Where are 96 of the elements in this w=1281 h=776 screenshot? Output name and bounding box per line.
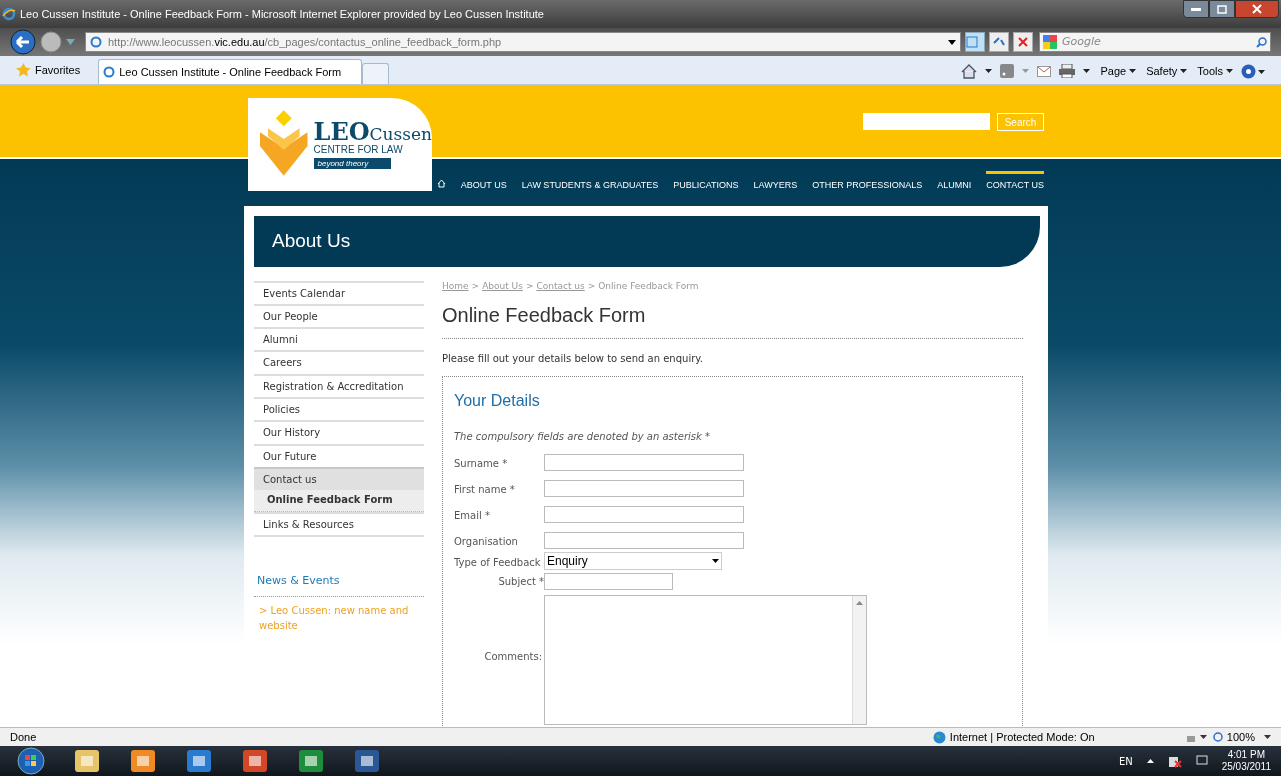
caret-icon [1129, 69, 1137, 73]
zoom-button[interactable]: 100% [1212, 728, 1271, 746]
text-field[interactable] [544, 506, 744, 523]
sidebar-item[interactable]: Links & Resources [254, 512, 424, 536]
minimize-button[interactable] [1183, 0, 1209, 18]
logo-tagline: beyond theory [313, 158, 391, 170]
printer-icon[interactable] [1059, 64, 1076, 78]
browser-tab[interactable]: Leo Cussen Institute - Online Feedback Form [98, 59, 363, 84]
field-label: Comments: [483, 650, 542, 664]
scroll-up-icon [856, 601, 863, 605]
minimize-icon [1191, 7, 1201, 11]
sidebar-item[interactable]: Our History [254, 420, 424, 444]
tray-icon[interactable] [1195, 755, 1208, 767]
intro-text: Please fill out your details below to send an enquiry. [442, 352, 704, 366]
nav-link[interactable]: ALUMNI [937, 171, 972, 196]
text-field[interactable] [544, 454, 744, 471]
comments-field[interactable] [544, 595, 867, 725]
text-field[interactable] [544, 532, 744, 549]
maximize-button[interactable] [1209, 0, 1235, 18]
form-heading: Your Details [454, 391, 541, 411]
close-icon [1252, 4, 1262, 14]
caret-icon[interactable] [1083, 69, 1091, 73]
nav-link[interactable]: OTHER PROFESSIONALS [812, 171, 923, 196]
logo-subtitle: CENTRE FOR LAW [313, 143, 404, 157]
sidebar-item[interactable]: Careers [254, 350, 424, 374]
breadcrumb-separator: > [587, 279, 596, 293]
tray-expand-icon[interactable] [1146, 759, 1154, 763]
section-banner: About Us [254, 215, 1040, 267]
caret-icon [1264, 735, 1271, 739]
home-icon[interactable] [961, 63, 978, 79]
maximize-icon [1217, 4, 1227, 14]
form-note: The compulsory fields are denoted by an asterisk * [454, 430, 711, 444]
site-search-field[interactable] [863, 113, 990, 130]
breadcrumb-current: Online Feedback Form [598, 279, 699, 293]
field-label: Subject * [497, 575, 544, 589]
nav-link[interactable]: ABOUT US [460, 171, 507, 196]
breadcrumb-separator: > [471, 279, 480, 293]
news-heading: News & Events [254, 573, 424, 597]
back-button[interactable] [10, 29, 36, 55]
tab-title: Leo Cussen Institute - Online Feedback Form [119, 64, 342, 80]
field-label: First name * [454, 483, 516, 497]
text-field[interactable] [544, 480, 744, 497]
forward-button[interactable] [40, 31, 62, 53]
status-text: Done [10, 729, 38, 745]
sidebar-item[interactable]: Our People [254, 303, 424, 328]
nav-link[interactable]: CONTACT US [986, 171, 1044, 196]
search-placeholder: Google [1062, 33, 1102, 50]
field-label: Email * [454, 509, 491, 523]
network-status-icon[interactable] [1167, 754, 1182, 768]
search-provider-icon [1043, 35, 1057, 49]
mail-icon[interactable] [1037, 65, 1052, 77]
site-logo[interactable]: LEOCussen CENTRE FOR LAW beyond theory [248, 98, 432, 191]
search-icon[interactable] [1256, 36, 1267, 48]
command-menu-button[interactable]: Safety [1146, 62, 1188, 80]
logo-wordmark: LEOCussen [313, 119, 432, 144]
page-title: Online Feedback Form [442, 300, 1023, 339]
nav-link[interactable]: PUBLICATIONS [673, 171, 739, 196]
caret-icon[interactable] [985, 69, 993, 73]
sidebar-item[interactable]: Registration & Accreditation [254, 373, 424, 397]
stop-button[interactable] [1013, 32, 1033, 52]
nav-link[interactable]: LAWYERS [753, 171, 798, 196]
stop-icon [1018, 37, 1028, 47]
sidebar-item[interactable]: Alumni [254, 327, 424, 351]
feedback-type-select[interactable]: Enquiry [544, 552, 722, 570]
clock-date[interactable]: 25/03/2011 [1221, 761, 1271, 773]
star-icon [16, 63, 31, 77]
favorites-button[interactable]: Favorites [16, 58, 81, 82]
sidebar-item[interactable]: Policies [254, 397, 424, 421]
dropdown-caret-icon[interactable] [948, 39, 956, 45]
clock-time[interactable]: 4:01 PM [1227, 749, 1265, 761]
breadcrumb-separator: > [525, 279, 534, 293]
compatibility-icon [966, 36, 978, 48]
language-indicator[interactable]: EN [1118, 753, 1133, 769]
sidebar-subitem[interactable]: Online Feedback Form [254, 490, 424, 513]
refresh-button[interactable] [989, 32, 1009, 52]
sidebar-item[interactable]: Contact us [254, 466, 424, 491]
field-label: Surname * [454, 457, 509, 471]
page-icon [90, 36, 102, 48]
caret-icon [1226, 69, 1233, 73]
command-menu-button[interactable]: Tools [1197, 62, 1233, 80]
command-menu-button[interactable]: Page [1100, 62, 1137, 80]
caret-icon [712, 559, 719, 563]
sidebar-item[interactable]: Events Calendar [254, 280, 424, 304]
browser-logo-icon [2, 7, 16, 21]
caret-icon [1180, 69, 1188, 73]
page-icon [103, 66, 116, 78]
security-zone: Internet | Protected Mode: On [949, 729, 1096, 745]
field-label: Type of Feedback [454, 556, 542, 570]
field-label: Organisation [454, 535, 519, 549]
nav-link[interactable]: LAW STUDENTS & GRADUATES [521, 171, 659, 196]
subject-field[interactable] [544, 573, 673, 590]
close-button[interactable] [1235, 0, 1279, 18]
url-text: http://www.leocussen.vic.edu.au/cb_pages/contactus_online_feedback_form.php [108, 34, 502, 50]
window-title: Leo Cussen Institute - Online Feedback Form - Microsoft Internet Explorer provided by Leo Cussen Institute [20, 6, 544, 22]
globe-icon [932, 730, 946, 744]
address-field[interactable]: http://www.leocussen.vic.edu.au/cb_pages/contactus_online_feedback_form.php [85, 32, 961, 52]
